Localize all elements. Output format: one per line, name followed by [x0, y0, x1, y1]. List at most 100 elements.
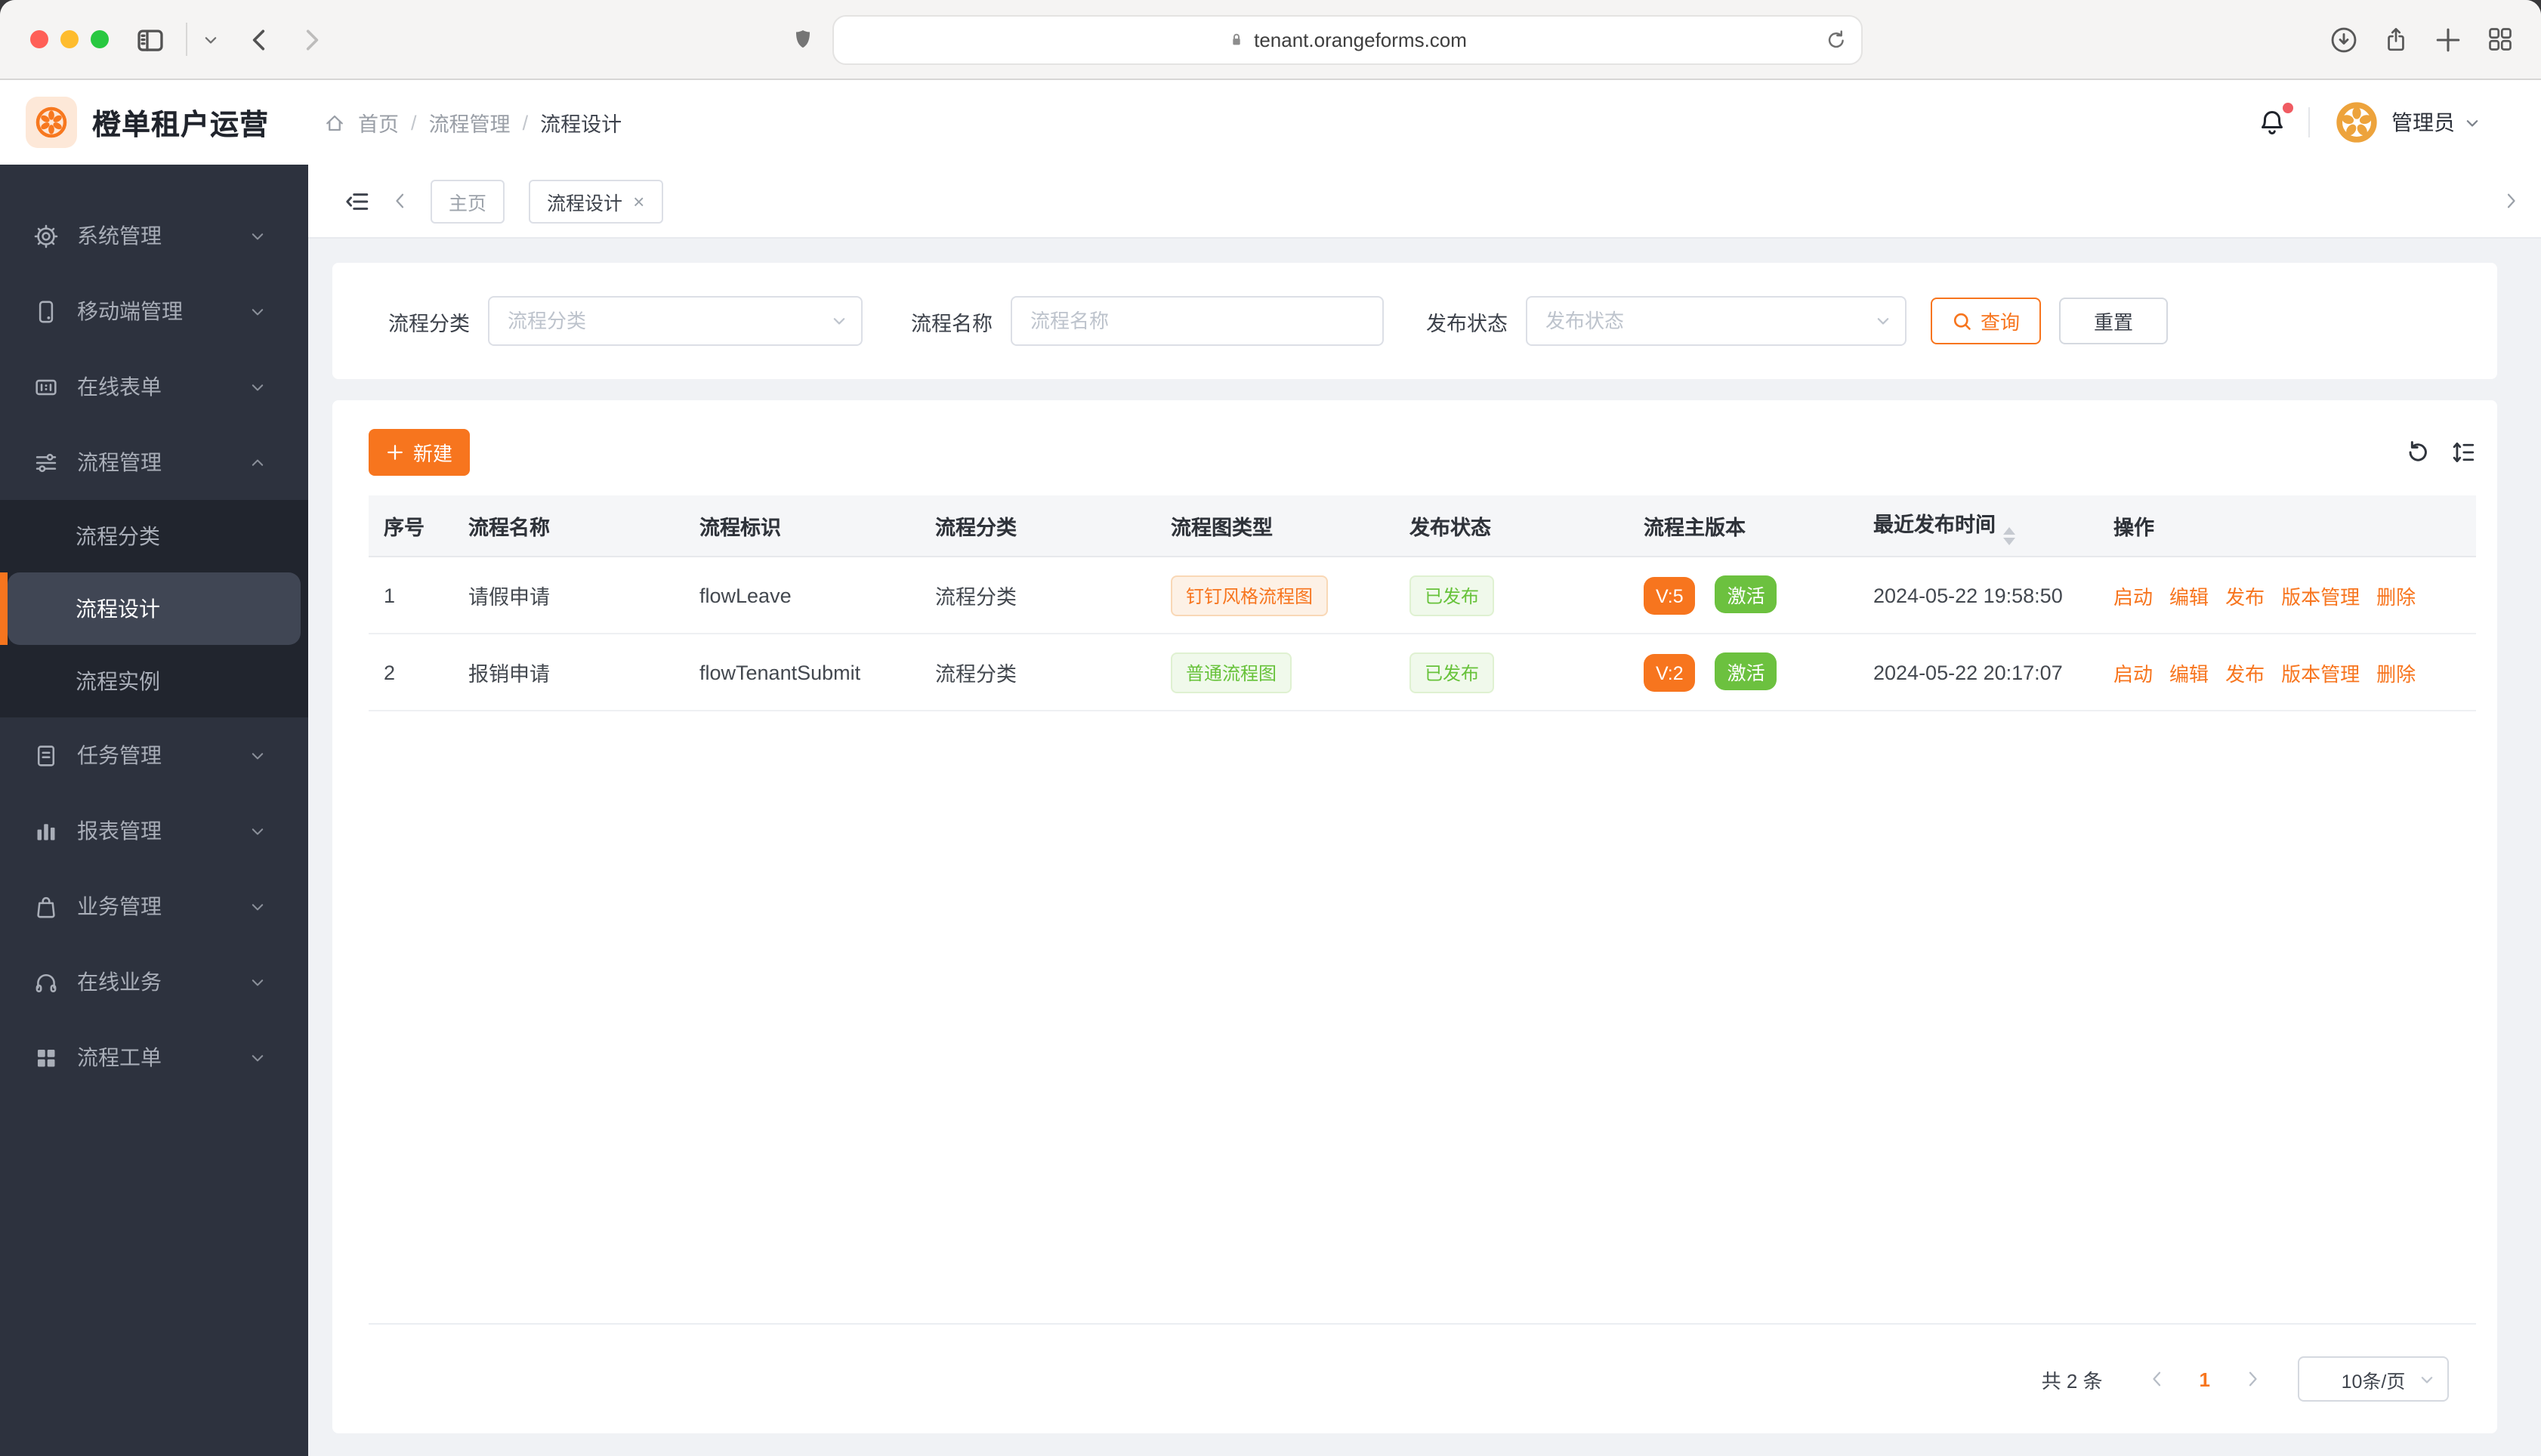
sidebar-item-task-management[interactable]: 任务管理 — [0, 717, 308, 793]
search-icon — [1952, 310, 1973, 332]
sidebar-subitem-label: 流程分类 — [76, 524, 160, 548]
minimize-window-button[interactable] — [60, 30, 79, 48]
cell-category: 流程分类 — [920, 557, 1156, 634]
prev-page-icon[interactable] — [2136, 1370, 2178, 1388]
reset-button[interactable]: 重置 — [2059, 298, 2168, 344]
zoom-window-button[interactable] — [91, 30, 109, 48]
next-page-icon[interactable] — [2231, 1370, 2274, 1388]
breadcrumb-flow-management[interactable]: 流程管理 — [429, 107, 511, 137]
sidebar-item-report-management[interactable]: 报表管理 — [0, 793, 308, 868]
cell-diagram-type: 普通流程图 — [1156, 634, 1394, 711]
gear-icon — [33, 223, 59, 248]
action-link[interactable]: 版本管理 — [2281, 662, 2360, 685]
chevron-down-icon — [2419, 1371, 2435, 1387]
notification-bell-icon[interactable] — [2257, 103, 2293, 137]
active-chip: 激活 — [1715, 652, 1777, 690]
tab-label: 主页 — [449, 193, 487, 214]
sidebar-item-online-form[interactable]: 在线表单 — [0, 349, 308, 424]
publish-status-select[interactable] — [1526, 296, 1907, 346]
tabs-scroll-left-icon[interactable] — [391, 192, 409, 210]
action-link[interactable]: 启动 — [2113, 585, 2153, 608]
flow-name-input[interactable] — [1012, 310, 1382, 332]
search-button[interactable]: 查询 — [1931, 298, 2041, 344]
active-chip: 激活 — [1715, 575, 1777, 613]
filter-label-status: 发布状态 — [1426, 312, 1508, 335]
flow-name-field[interactable] — [1011, 296, 1384, 346]
publish-status-select-input[interactable] — [1527, 310, 1905, 332]
row-density-icon[interactable] — [2450, 440, 2476, 465]
sidebar-item-label: 在线表单 — [77, 375, 162, 399]
tabs-scroll-right-icon[interactable] — [2502, 192, 2520, 210]
sidebar-item-flow-ticket[interactable]: 流程工单 — [0, 1020, 308, 1095]
sidebar-item-mobile-management[interactable]: 移动端管理 — [0, 273, 308, 349]
chevron-down-icon[interactable] — [202, 31, 219, 48]
category-select-input[interactable] — [489, 310, 861, 332]
action-link[interactable]: 编辑 — [2169, 662, 2209, 685]
action-link[interactable]: 版本管理 — [2281, 585, 2360, 608]
column-header: 最近发布时间 — [1858, 495, 2098, 557]
chevron-down-icon — [249, 378, 266, 395]
back-icon[interactable] — [246, 26, 272, 52]
url-text: tenant.orangeforms.com — [1254, 28, 1467, 51]
column-header: 序号 — [369, 495, 453, 557]
cell-publish-status: 已发布 — [1394, 557, 1629, 634]
cell-flow-key: flowLeave — [684, 557, 920, 634]
chevron-down-icon — [249, 898, 266, 915]
action-link[interactable]: 发布 — [2225, 662, 2265, 685]
action-link[interactable]: 编辑 — [2169, 585, 2209, 608]
action-link[interactable]: 发布 — [2225, 585, 2265, 608]
chevron-down-icon — [249, 822, 266, 839]
collapse-menu-icon[interactable] — [344, 188, 370, 214]
cell-published-at: 2024-05-22 20:17:07 — [1858, 634, 2098, 711]
action-link[interactable]: 启动 — [2113, 662, 2153, 685]
sidebar-item-flow-management[interactable]: 流程管理 — [0, 424, 308, 500]
home-icon[interactable] — [323, 111, 346, 134]
avatar[interactable] — [2334, 100, 2379, 145]
chevron-down-icon — [249, 227, 266, 244]
tab-overview-icon[interactable] — [2487, 26, 2514, 53]
address-bar[interactable]: tenant.orangeforms.com — [832, 14, 1863, 64]
chevron-down-icon[interactable] — [2464, 114, 2481, 131]
share-icon[interactable] — [2382, 25, 2410, 54]
sidebar-item-online-business[interactable]: 在线业务 — [0, 944, 308, 1020]
category-select[interactable] — [488, 296, 863, 346]
sidebar-item-business-management[interactable]: 业务管理 — [0, 868, 308, 944]
lock-icon — [1228, 29, 1245, 49]
action-link[interactable]: 删除 — [2376, 662, 2416, 685]
sidebar-subitem-flow-category[interactable]: 流程分类 — [0, 500, 308, 572]
downloads-icon[interactable] — [2330, 25, 2358, 54]
app-logo — [26, 97, 77, 148]
forward-icon[interactable] — [299, 26, 325, 52]
sidebar-subitem-label: 流程实例 — [76, 669, 160, 693]
close-window-button[interactable] — [30, 30, 48, 48]
tab-label: 流程设计 — [547, 193, 623, 214]
notification-badge — [2283, 103, 2293, 113]
breadcrumb-home[interactable]: 首页 — [358, 107, 399, 137]
new-tab-icon[interactable] — [2434, 25, 2462, 54]
tab-home[interactable]: 主页 — [431, 179, 505, 223]
sidebar-item-label: 移动端管理 — [77, 299, 183, 323]
refresh-icon[interactable] — [2405, 440, 2431, 465]
close-icon[interactable]: × — [633, 191, 644, 211]
reload-icon[interactable] — [1825, 28, 1848, 51]
create-button[interactable]: 新建 — [369, 429, 470, 476]
sidebar-toggle-icon[interactable] — [136, 25, 165, 54]
sort-caret-icon[interactable] — [2003, 526, 2015, 544]
sliders-icon — [33, 449, 59, 475]
divider — [2308, 107, 2310, 137]
sidebar-item-label: 在线业务 — [77, 970, 162, 994]
action-link[interactable]: 删除 — [2376, 585, 2416, 608]
sidebar-item-system-management[interactable]: 系统管理 — [0, 198, 308, 273]
tab-flow-design[interactable]: 流程设计 × — [529, 179, 663, 223]
bar-chart-icon — [33, 818, 59, 844]
page-size-select[interactable]: 10条/页 — [2298, 1356, 2449, 1402]
publish-status-tag: 已发布 — [1409, 575, 1495, 615]
sidebar-subitem-flow-instance[interactable]: 流程实例 — [0, 645, 308, 717]
cell-flow-name: 报销申请 — [453, 634, 684, 711]
user-name[interactable]: 管理员 — [2391, 107, 2455, 137]
current-page[interactable]: 1 — [2178, 1368, 2231, 1390]
privacy-shield-icon[interactable] — [792, 24, 814, 54]
column-header: 流程标识 — [684, 495, 920, 557]
cell-index: 1 — [369, 557, 453, 634]
sidebar-subitem-flow-design[interactable]: 流程设计 — [0, 572, 301, 645]
